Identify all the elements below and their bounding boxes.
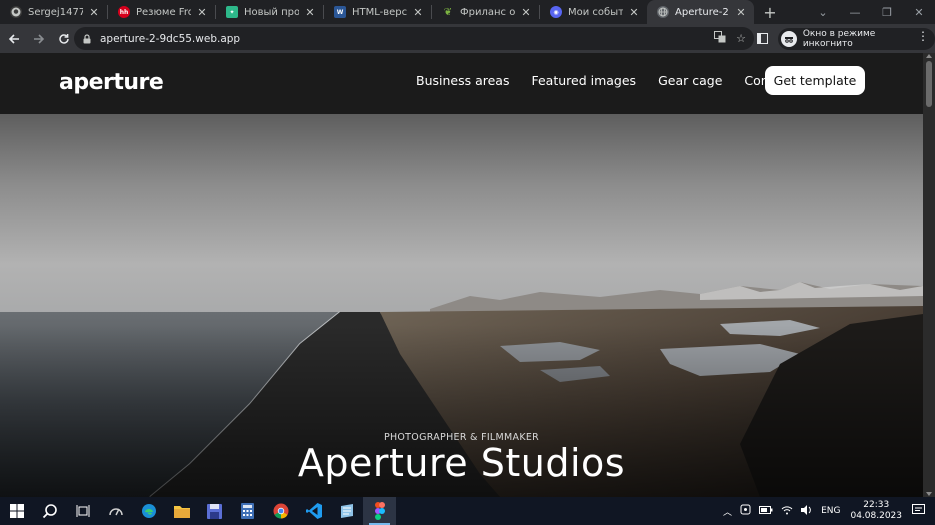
- browser-tab[interactable]: W HTML-верстка: п ✕: [324, 0, 431, 24]
- browser-tab[interactable]: ◉ Мои события ✕: [540, 0, 647, 24]
- app-tray-icon[interactable]: [740, 504, 751, 518]
- floppy-icon[interactable]: [198, 497, 231, 525]
- clock-time: 22:33: [863, 500, 890, 510]
- page-viewport: aperture Business areas Featured images …: [0, 53, 923, 497]
- incognito-label: Окно в режиме инкогнито: [802, 28, 876, 49]
- incognito-icon: [780, 30, 797, 47]
- scroll-up-icon[interactable]: [926, 54, 932, 58]
- minimize-icon[interactable]: —: [839, 0, 871, 24]
- tab-close-icon[interactable]: ✕: [519, 6, 533, 19]
- tab-title: Резюме FrontEnd: [136, 6, 191, 18]
- site-header: aperture Business areas Featured images …: [0, 53, 923, 114]
- get-template-button[interactable]: Get template: [765, 66, 865, 95]
- new-tab-button[interactable]: +: [758, 0, 782, 24]
- tab-title: HTML-верстка: п: [352, 6, 407, 18]
- show-hidden-icons-chevron-icon[interactable]: ︿: [723, 505, 732, 518]
- figma-like-icon: ✦: [226, 6, 238, 18]
- browser-tab[interactable]: ✦ Новый проект – ✕: [216, 0, 323, 24]
- figma-app-icon[interactable]: [363, 497, 396, 525]
- notepad-icon[interactable]: [330, 497, 363, 525]
- scroll-down-icon[interactable]: [926, 492, 932, 496]
- close-window-icon[interactable]: ✕: [903, 0, 935, 24]
- calculator-icon[interactable]: [231, 497, 264, 525]
- language-indicator[interactable]: ENG: [821, 506, 840, 516]
- clock[interactable]: 22:33 04.08.2023: [850, 500, 902, 522]
- browser-tab[interactable]: ❦ Фриланс официа ✕: [432, 0, 539, 24]
- back-icon[interactable]: [3, 28, 25, 50]
- tab-title: Фриланс официа: [460, 6, 515, 18]
- vscode-icon[interactable]: [297, 497, 330, 525]
- start-icon[interactable]: [0, 497, 33, 525]
- browser-tab-active[interactable]: Aperture-2 ✕: [647, 0, 754, 24]
- menu-kebab-icon[interactable]: ⋮: [917, 29, 929, 43]
- tab-close-icon[interactable]: ✕: [411, 6, 425, 19]
- wifi-icon[interactable]: [781, 505, 793, 518]
- scrollbar-thumb[interactable]: [926, 61, 932, 107]
- volume-icon[interactable]: [801, 504, 813, 518]
- fl-icon: ❦: [443, 6, 453, 18]
- tab-search-icon[interactable]: ⌄: [807, 0, 839, 24]
- tab-close-icon[interactable]: ✕: [627, 6, 641, 19]
- notifications-icon[interactable]: [912, 503, 925, 519]
- tab-title: Новый проект –: [244, 6, 299, 18]
- nav-link-gear-cage[interactable]: Gear cage: [658, 73, 722, 88]
- tab-close-icon[interactable]: ✕: [303, 6, 317, 19]
- file-explorer-icon[interactable]: [165, 497, 198, 525]
- system-tray: ︿ ENG 22:33 04.08.2023: [719, 497, 935, 525]
- restore-icon[interactable]: ❐: [871, 0, 903, 24]
- nav-link-featured-images[interactable]: Featured images: [531, 73, 636, 88]
- globe-icon: [657, 6, 669, 18]
- tab-strip: Sergej1477/Aperture ✕ hh Резюме FrontEnd…: [0, 0, 935, 24]
- speedometer-icon[interactable]: [99, 497, 132, 525]
- windows-taskbar: ︿ ENG 22:33 04.08.2023: [0, 497, 935, 525]
- site-nav: Business areas Featured images Gear cage…: [416, 73, 793, 88]
- translate-icon[interactable]: [714, 31, 726, 46]
- search-icon[interactable]: [33, 497, 66, 525]
- incognito-indicator[interactable]: Окно в режиме инкогнито: [777, 27, 935, 50]
- site-logo[interactable]: aperture: [59, 70, 164, 95]
- tab-close-icon[interactable]: ✕: [734, 6, 748, 19]
- profile-area: Окно в режиме инкогнито: [757, 27, 935, 50]
- battery-icon[interactable]: [759, 505, 773, 517]
- omnibox-actions: ☆: [714, 27, 746, 50]
- task-view-icon[interactable]: [66, 497, 99, 525]
- side-panel-icon[interactable]: [757, 33, 768, 44]
- word-icon: W: [334, 6, 346, 18]
- window-controls: ⌄ — ❐ ✕: [807, 0, 935, 24]
- discord-icon: ◉: [550, 6, 562, 18]
- reload-icon[interactable]: [53, 28, 75, 50]
- tab-close-icon[interactable]: ✕: [87, 6, 101, 19]
- forward-icon[interactable]: [28, 28, 50, 50]
- github-icon: [10, 6, 22, 18]
- browser-tab[interactable]: Sergej1477/Aperture ✕: [0, 0, 107, 24]
- address-bar[interactable]: aperture-2-9dc55.web.app ☆: [74, 27, 754, 50]
- tab-close-icon[interactable]: ✕: [195, 6, 209, 19]
- bookmark-star-icon[interactable]: ☆: [736, 32, 746, 45]
- lock-icon: [83, 33, 91, 43]
- clock-date: 04.08.2023: [850, 511, 902, 521]
- tab-title: Мои события: [568, 6, 623, 18]
- chrome-icon[interactable]: [264, 497, 297, 525]
- hero-section: PHOTOGRAPHER & FILMMAKER Aperture Studio…: [0, 114, 923, 497]
- nav-link-business-areas[interactable]: Business areas: [416, 73, 509, 88]
- tab-title: Aperture-2: [675, 6, 729, 18]
- hero-title: Aperture Studios: [297, 441, 626, 485]
- hh-icon: hh: [118, 6, 130, 18]
- url-text: aperture-2-9dc55.web.app: [100, 32, 241, 45]
- browser-tab[interactable]: hh Резюме FrontEnd ✕: [108, 0, 215, 24]
- edge-icon[interactable]: [132, 497, 165, 525]
- browser-toolbar: aperture-2-9dc55.web.app ☆ Окно в режиме…: [0, 24, 935, 53]
- page-scrollbar[interactable]: [923, 53, 935, 497]
- tab-title: Sergej1477/Aperture: [28, 6, 83, 18]
